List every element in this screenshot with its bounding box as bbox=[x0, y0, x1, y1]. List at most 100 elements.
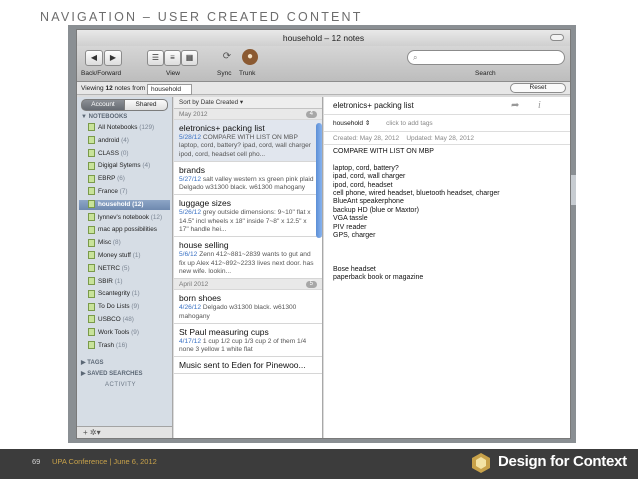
trunk-button[interactable]: ● bbox=[242, 49, 258, 65]
note-title[interactable]: eletronics+ packing list ➦ i bbox=[324, 97, 570, 115]
notebook-count: (0) bbox=[120, 149, 129, 157]
sidebar-notebook-item[interactable]: SBIR (1) bbox=[79, 276, 170, 288]
notebook-label: CLASS bbox=[98, 149, 119, 157]
note-list-item[interactable]: born shoes 4/26/12 Delgado w31300 black. … bbox=[174, 290, 322, 324]
note-item-title: house selling bbox=[179, 240, 229, 251]
notebook-label: France bbox=[98, 188, 118, 195]
sidebar-notebook-item[interactable]: EBRP (6) bbox=[79, 174, 170, 185]
search-icon: ⌕ bbox=[413, 53, 418, 62]
updown-chevron-icon: ⇕ bbox=[364, 120, 371, 127]
notebook-icon bbox=[88, 123, 95, 132]
sidebar-notebook-item[interactable]: CLASS (0) bbox=[79, 148, 170, 160]
note-dates: Created: May 28, 2012 Updated: May 28, 2… bbox=[324, 132, 570, 145]
notebook-count: (12) bbox=[150, 213, 163, 221]
notebook-count: (5) bbox=[121, 264, 130, 272]
month-group-header: May 2012 4 bbox=[174, 109, 322, 120]
note-list-item[interactable]: brands 5/27/12 salt valley western xs gre… bbox=[174, 162, 322, 196]
sidebar-notebook-item[interactable]: Money stuff (1) bbox=[79, 251, 170, 262]
sidebar-notebook-item[interactable]: All Notebooks (129) bbox=[79, 123, 170, 134]
notebook-count: (9) bbox=[131, 328, 139, 336]
window-title: household – 12 notes bbox=[282, 33, 365, 43]
notebook-filter-label: household bbox=[151, 86, 182, 93]
view-list-button[interactable]: ☰ bbox=[147, 50, 164, 66]
note-list-scrollbar[interactable] bbox=[316, 123, 322, 238]
sidebar-notebook-item[interactable]: To Do Lists (9) bbox=[79, 302, 170, 313]
note-item-date: 4/17/12 bbox=[179, 337, 201, 345]
notebook-icon bbox=[88, 315, 95, 324]
toolbar-toggle-button[interactable] bbox=[550, 34, 564, 41]
note-list-item[interactable]: eletronics+ packing list 5/28/12 COMPARE … bbox=[174, 120, 322, 162]
view-snippet-button[interactable]: ≡ bbox=[164, 50, 181, 66]
forward-icon: ▶ bbox=[109, 53, 117, 62]
note-notebook-select[interactable]: household ⇕ bbox=[333, 120, 370, 127]
sidebar-notebook-item[interactable]: USBCO (48) bbox=[79, 315, 170, 326]
brand-name: Design for Context bbox=[498, 453, 627, 470]
sidebar-notebook-item[interactable]: Scantegrity (1) bbox=[79, 289, 170, 300]
activity-button[interactable]: ACTIVITY bbox=[105, 382, 136, 388]
sidebar-notebook-item[interactable]: lynnev's notebook (12) bbox=[79, 212, 170, 224]
reset-button[interactable]: Reset bbox=[510, 83, 566, 93]
sidebar-notebook-item[interactable]: android (4) bbox=[79, 136, 170, 147]
notebook-icon bbox=[88, 289, 95, 298]
search-label: Search bbox=[475, 70, 496, 77]
notebook-icon bbox=[88, 225, 95, 234]
note-list-item[interactable]: St Paul measuring cups 4/17/12 1 cup 1/2 … bbox=[174, 324, 322, 358]
notebook-icon bbox=[88, 251, 95, 260]
info-icon[interactable]: i bbox=[538, 97, 541, 115]
note-list-item[interactable]: Music sent to Eden for Pinewoo... bbox=[174, 357, 322, 375]
notebook-label: EBRP bbox=[98, 175, 116, 183]
note-body-line: ipod, cord, headset bbox=[333, 181, 393, 189]
notebook-icon bbox=[88, 148, 95, 157]
notebook-icon bbox=[88, 238, 95, 247]
shared-tab[interactable]: Shared bbox=[124, 99, 168, 111]
sync-button[interactable]: ⟳ bbox=[219, 49, 235, 65]
back-button[interactable]: ◀ bbox=[85, 50, 103, 66]
sidebar-notebook-item[interactable]: Work Tools (9) bbox=[79, 328, 170, 339]
notebook-label: To Do Lists bbox=[98, 303, 130, 311]
viewing-count: 12 bbox=[105, 85, 113, 92]
window-titlebar: household – 12 notes bbox=[77, 30, 570, 46]
notebook-count: (48) bbox=[122, 316, 134, 323]
snippet-view-icon: ≡ bbox=[170, 53, 175, 62]
notebook-label: Digigal Sytems bbox=[98, 162, 141, 170]
notebook-filter-token[interactable]: household bbox=[147, 84, 193, 95]
forward-button[interactable]: ▶ bbox=[104, 50, 122, 66]
month-count-badge: 5 bbox=[305, 281, 317, 289]
sort-dropdown[interactable]: Sort by Date Created ▾ bbox=[174, 97, 322, 109]
sidebar-notebook-item[interactable]: Misc (8) bbox=[79, 238, 170, 249]
account-tab[interactable]: Account bbox=[81, 99, 125, 111]
tags-header[interactable]: ▶ TAGS bbox=[81, 359, 104, 366]
viewing-prefix: Viewing bbox=[81, 85, 104, 92]
toolbar: ◀ ▶ Back/Forward ☰ ≡ ▦ View ⟳ Sync ● Tru… bbox=[77, 46, 570, 82]
notebook-count: (4) bbox=[142, 162, 151, 170]
sidebar-bottom-controls[interactable]: + ✲▾ bbox=[77, 426, 172, 438]
sidebar-notebook-item[interactable]: Trash (16) bbox=[79, 340, 170, 352]
note-item-title: St Paul measuring cups bbox=[179, 326, 269, 337]
tags-input[interactable]: click to add tags bbox=[386, 120, 433, 127]
note-body-line: BlueAnt speakerphone bbox=[333, 198, 404, 206]
note-body-line: backup HD (blue or Maxtor) bbox=[333, 206, 419, 214]
list-view-icon: ☰ bbox=[151, 53, 160, 62]
share-icon[interactable]: ➦ bbox=[511, 97, 519, 115]
sidebar-notebook-item[interactable]: France (7) bbox=[79, 187, 170, 198]
view-thumbnail-button[interactable]: ▦ bbox=[181, 50, 198, 66]
note-list-item[interactable]: luggage sizes 5/26/12 grey outside dimens… bbox=[174, 195, 322, 238]
back-forward-label: Back/Forward bbox=[81, 70, 122, 77]
sidebar-notebook-item[interactable]: household (12) bbox=[79, 199, 170, 211]
sidebar-notebook-item[interactable]: Digigal Sytems (4) bbox=[79, 161, 170, 172]
notebook-count: (129) bbox=[139, 124, 155, 131]
note-body-line: laptop, cord, battery? bbox=[333, 164, 399, 172]
trunk-label: Trunk bbox=[239, 70, 256, 77]
note-body-line: GPS, charger bbox=[333, 232, 376, 240]
sidebar-notebook-item[interactable]: mac app possibilities bbox=[79, 225, 170, 236]
note-body[interactable]: COMPARE WITH LIST ON MBP laptop, cord, ba… bbox=[324, 145, 570, 285]
notebook-label: Misc bbox=[98, 239, 112, 247]
sidebar-notebook-item[interactable]: NETRC (5) bbox=[79, 264, 170, 275]
search-input[interactable]: ⌕ bbox=[407, 50, 565, 65]
notebooks-header[interactable]: ▼ NOTEBOOKS bbox=[81, 114, 127, 120]
saved-searches-header[interactable]: ▶ SAVED SEARCHES bbox=[81, 370, 143, 377]
month-label: May 2012 bbox=[179, 111, 208, 118]
note-list-item[interactable]: house selling 5/6/12 Zenn 412~881~2839 wa… bbox=[174, 237, 322, 280]
notebook-label: SBIR bbox=[98, 277, 113, 285]
